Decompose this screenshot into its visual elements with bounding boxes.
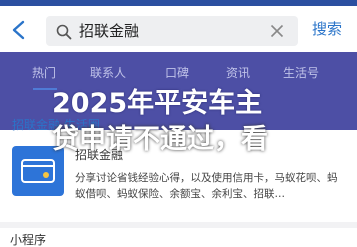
tab-reviews[interactable]: 口碑: [165, 62, 189, 84]
section-divider: [0, 222, 357, 228]
overlay-headline: 2025年平安车主 贷申请不通过，看: [0, 86, 357, 162]
search-button[interactable]: 搜索: [312, 20, 342, 38]
result-description: 分享讨论省钱经验心得，以及使用信用卡，马蚁花呗、蚂蚁借呗、蚂蚁保险、余额宝、余利…: [75, 172, 338, 200]
tab-bar: 热门 联系人 口碑 资讯 生活号: [0, 62, 357, 86]
search-icon: [56, 24, 72, 40]
search-query[interactable]: 招联金融: [79, 22, 139, 40]
overlay-headline-line1: 2025年平安车主: [52, 88, 263, 119]
back-icon[interactable]: [10, 20, 28, 40]
clear-icon[interactable]: [270, 24, 284, 38]
tab-contacts[interactable]: 联系人: [90, 62, 126, 84]
search-bar: 招联金融 搜索: [0, 6, 357, 52]
tab-life-account[interactable]: 生活号: [283, 62, 319, 84]
tab-hot[interactable]: 热门: [32, 62, 56, 84]
overlay-headline-line2: 贷申请不通过，看: [52, 124, 268, 155]
tab-news[interactable]: 资讯: [226, 62, 250, 84]
search-input[interactable]: 招联金融: [46, 16, 298, 46]
section-label-mini-programs: 小程序: [10, 233, 47, 247]
